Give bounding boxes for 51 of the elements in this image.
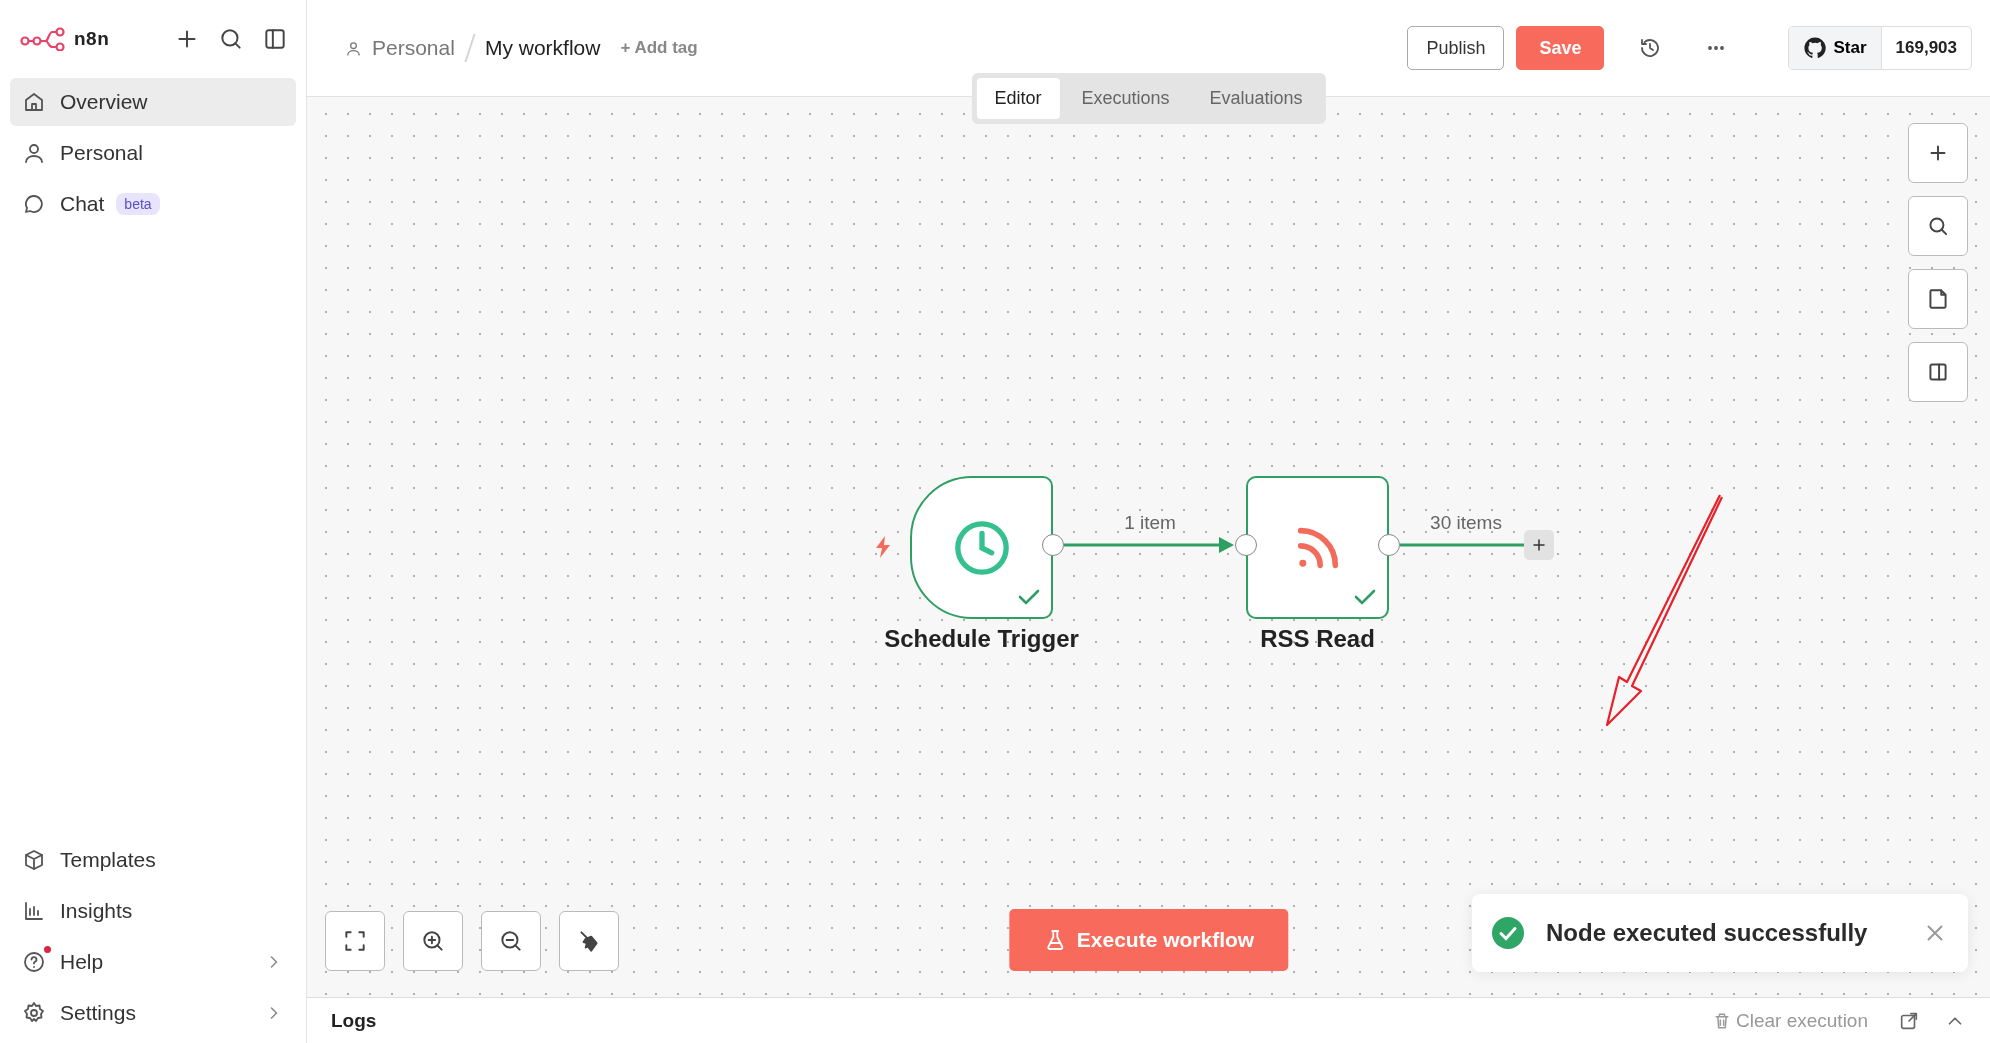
sidebar-item[interactable]: Chat beta [10, 180, 296, 228]
chat-bubble-icon [22, 192, 46, 216]
zoom-in-icon[interactable] [403, 911, 463, 971]
workflow-node[interactable] [1246, 476, 1389, 619]
sidebar-item[interactable]: Help [10, 938, 296, 986]
box-icon [22, 848, 46, 872]
node-label: RSS Read [1259, 625, 1376, 653]
sidebar-item[interactable]: Insights [10, 887, 296, 935]
add-node-button[interactable] [1524, 530, 1554, 560]
tab[interactable]: Evaluations [1191, 78, 1321, 119]
breadcrumb-link[interactable]: Personal [372, 36, 455, 60]
check-icon [1353, 587, 1377, 607]
user-icon [345, 39, 362, 57]
logs-title: Logs [331, 1009, 378, 1032]
broom-icon[interactable] [559, 911, 619, 971]
search-icon[interactable] [1908, 196, 1968, 256]
logo-text: n8n [74, 28, 110, 50]
user-icon [22, 141, 46, 165]
sidebar-item[interactable]: Overview [10, 78, 296, 126]
panel-icon[interactable] [1908, 342, 1968, 402]
check-icon [1017, 587, 1041, 607]
github-icon [1803, 36, 1828, 60]
bar-chart-icon [22, 899, 46, 923]
workflow-node[interactable] [910, 476, 1053, 619]
tab[interactable]: Editor [976, 78, 1060, 119]
input-handle[interactable] [1235, 534, 1257, 556]
github-star-widget[interactable]: Star 169,903 [1788, 26, 1972, 70]
fit-view-icon[interactable] [325, 911, 385, 971]
node-label: Schedule Trigger [883, 625, 1080, 653]
star-count: 169,903 [1894, 37, 1958, 59]
settings-icon [22, 1001, 46, 1025]
logo-icon [20, 27, 66, 51]
workflow-title[interactable]: My workflow [484, 36, 601, 60]
sidebar-item[interactable]: Personal [10, 129, 296, 177]
sidebar-item[interactable]: Templates [10, 836, 296, 884]
add-tag-link[interactable]: + Add tag [620, 38, 698, 58]
sticky-note-icon[interactable] [1908, 269, 1968, 329]
success-check-icon [1492, 917, 1524, 949]
toast-message: Node executed successfully [1546, 919, 1869, 947]
zoom-out-icon[interactable] [481, 911, 541, 971]
tab[interactable]: Executions [1063, 78, 1188, 119]
beta-badge: beta [116, 193, 160, 215]
connection-label: 30 items [1429, 512, 1503, 534]
connection-label: 1 item [1123, 512, 1177, 534]
clock-icon [952, 518, 1011, 577]
sidebar-item[interactable]: Settings [10, 989, 296, 1037]
lightning-icon [873, 535, 893, 559]
help-icon [22, 950, 46, 974]
publish-button[interactable]: Publish [1407, 26, 1505, 70]
home-icon [22, 90, 46, 114]
github-star-button[interactable]: Star [1789, 27, 1882, 69]
